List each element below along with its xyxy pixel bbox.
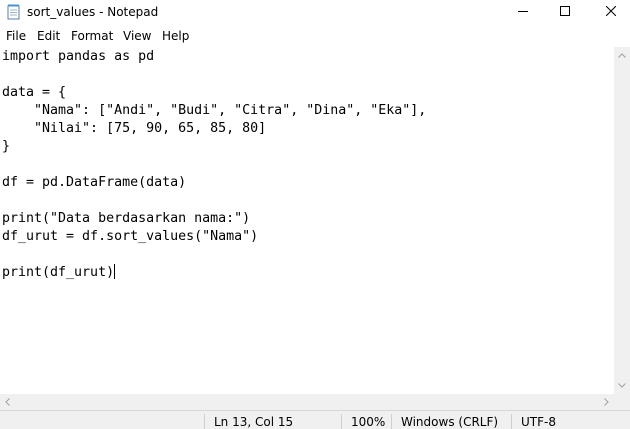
scrollbar-corner <box>614 394 630 410</box>
close-button[interactable] <box>588 0 630 24</box>
code-line: data = { <box>2 85 67 100</box>
minimize-icon <box>518 11 528 12</box>
status-bar: Ln 13, Col 15 100% Windows (CRLF) UTF-8 <box>0 410 630 429</box>
menu-format[interactable]: Format <box>71 29 113 44</box>
maximize-icon <box>560 6 570 16</box>
text-editor[interactable]: import pandas as pd data = { "Nama": ["A… <box>0 47 614 394</box>
scroll-up-icon[interactable] <box>618 53 626 58</box>
text-caret <box>114 264 116 279</box>
maximize-button[interactable] <box>542 0 588 24</box>
scroll-right-icon[interactable] <box>604 398 609 406</box>
status-divider <box>204 414 205 429</box>
status-divider <box>341 414 342 429</box>
status-line-ending: Windows (CRLF) <box>401 415 499 429</box>
title-bar: sort_values - Notepad <box>0 0 630 24</box>
vertical-scrollbar[interactable] <box>614 47 630 394</box>
menu-file[interactable]: File <box>6 29 26 44</box>
scroll-down-icon[interactable] <box>618 383 626 388</box>
code-line: print("Data berdasarkan nama:") <box>2 211 251 226</box>
menu-view[interactable]: View <box>123 29 151 44</box>
status-zoom: 100% <box>351 415 386 429</box>
code-line: } <box>2 139 11 154</box>
code-line: "Nama": ["Andi", "Budi", "Citra", "Dina"… <box>2 103 427 118</box>
code-line-last: print(df_urut) <box>2 264 116 282</box>
menu-edit[interactable]: Edit <box>37 29 60 44</box>
code-line: df = pd.DataFrame(data) <box>2 175 187 190</box>
horizontal-scrollbar[interactable] <box>0 394 614 410</box>
close-icon <box>606 6 616 16</box>
status-divider <box>511 414 512 429</box>
window-title: sort_values - Notepad <box>27 5 159 19</box>
minimize-button[interactable] <box>500 0 546 24</box>
scroll-left-icon[interactable] <box>5 398 10 406</box>
status-position: Ln 13, Col 15 <box>214 415 294 429</box>
menu-bar: File Edit Format View Help <box>0 27 630 47</box>
notepad-icon <box>7 4 21 20</box>
code-line: "Nilai": [75, 90, 65, 85, 80] <box>2 121 267 136</box>
status-divider <box>391 414 392 429</box>
menu-help[interactable]: Help <box>162 29 189 44</box>
code-line: import pandas as pd <box>2 49 155 64</box>
code-line-text: print(df_urut) <box>2 265 115 280</box>
code-line: df_urut = df.sort_values("Nama") <box>2 229 259 244</box>
status-encoding: UTF-8 <box>521 415 556 429</box>
